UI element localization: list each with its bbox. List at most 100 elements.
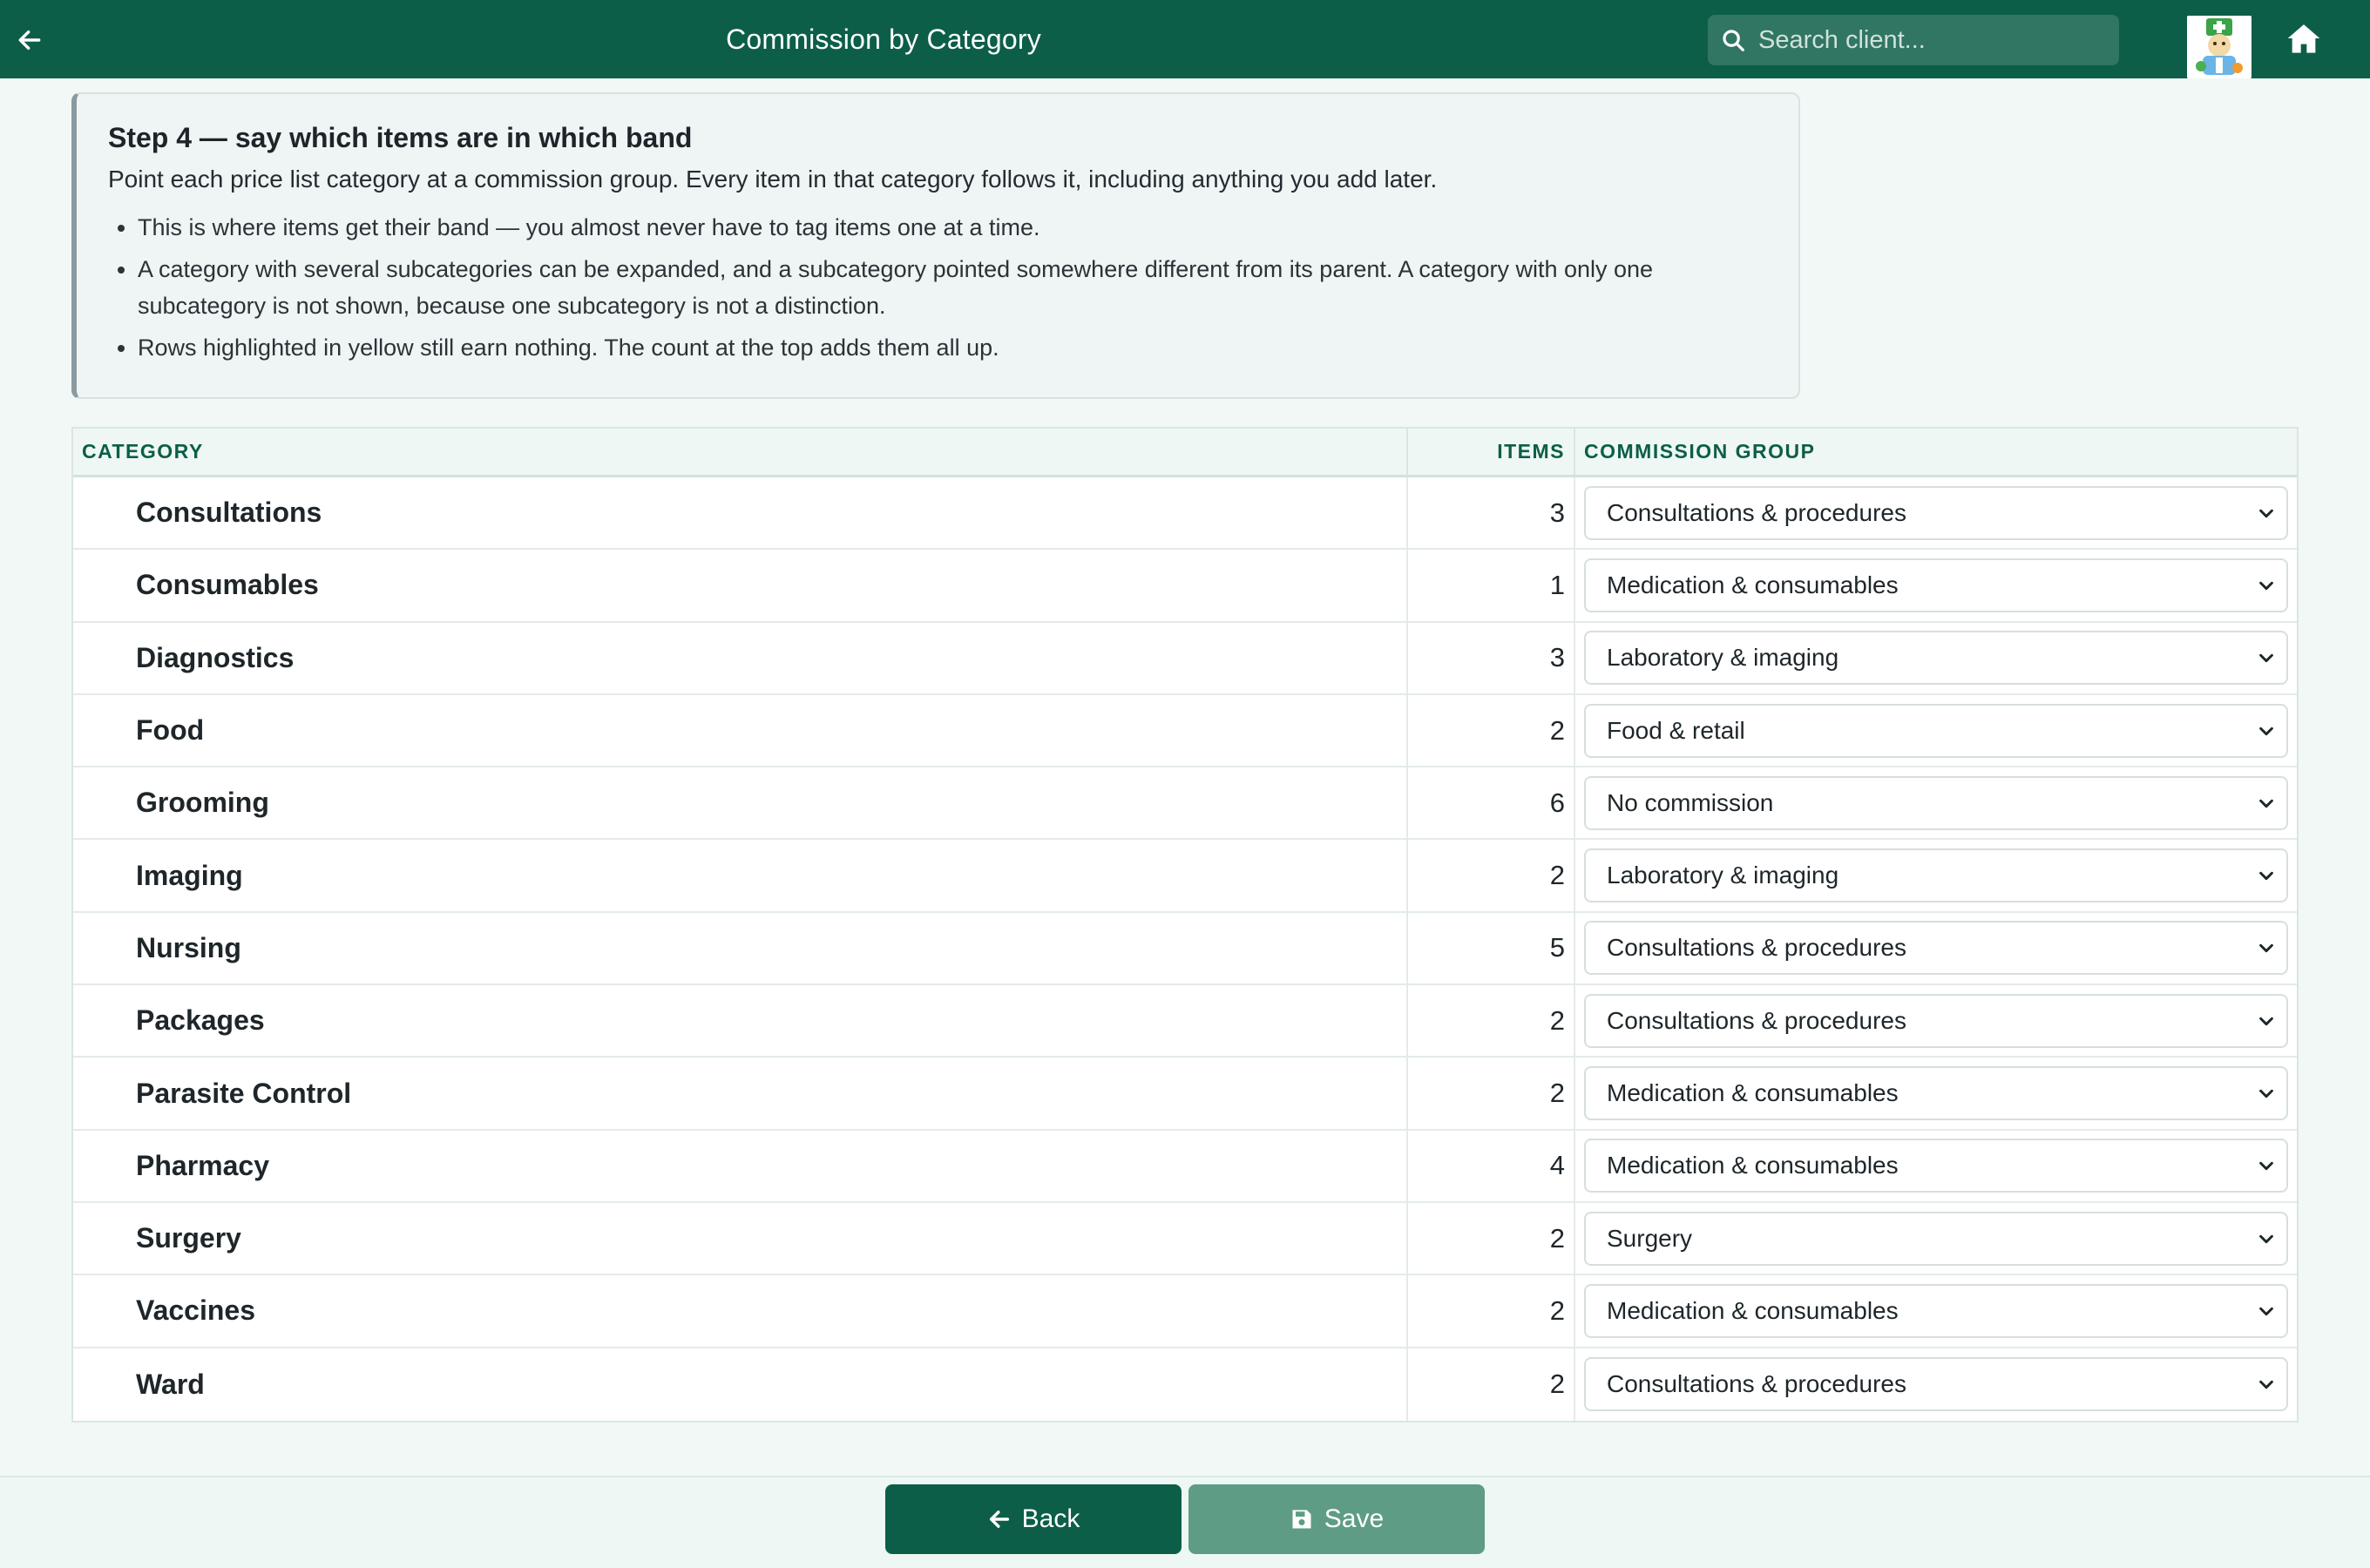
table-row: Nursing 5 Consultations & procedures (73, 912, 2297, 986)
category-name: Ward (73, 1348, 1408, 1421)
info-bullet: This is where items get their band — you… (138, 209, 1769, 246)
commission-group-cell: Medication & consumables (1575, 1275, 2297, 1346)
item-count: 2 (1408, 985, 1575, 1057)
item-count: 2 (1408, 1275, 1575, 1347)
commission-group-value: No commission (1607, 788, 1774, 816)
chevron-down-icon (2257, 1375, 2276, 1394)
table-row: Parasite Control 2 Medication & consumable… (73, 1058, 2297, 1131)
avatar[interactable] (2187, 16, 2252, 78)
commission-group-select[interactable]: Medication & consumables (1584, 1283, 2288, 1338)
commission-group-select[interactable]: Food & retail (1584, 703, 2288, 758)
info-bullet-list: This is where items get their band — you… (108, 209, 1769, 366)
top-bar: Commission by Category (0, 0, 2370, 78)
category-name: Vaccines (73, 1275, 1408, 1347)
item-count: 2 (1408, 694, 1575, 767)
chevron-down-icon (2257, 1229, 2276, 1248)
arrow-left-icon (987, 1507, 1012, 1531)
info-title: Step 4 — say which items are in which ba… (108, 122, 693, 153)
search-input[interactable] (1758, 25, 2107, 55)
chevron-down-icon (2257, 721, 2276, 740)
commission-group-value: Consultations & procedures (1607, 1370, 1906, 1398)
commission-group-value: Consultations & procedures (1607, 498, 1906, 526)
category-name: Imaging (73, 840, 1408, 911)
item-count: 4 (1408, 1130, 1575, 1201)
commission-group-select[interactable]: Consultations & procedures (1584, 921, 2288, 976)
category-commission-table: CATEGORY ITEMS COMMISSION GROUP Consulta… (71, 427, 2299, 1423)
item-count: 2 (1408, 1202, 1575, 1274)
home-icon[interactable] (2285, 19, 2323, 57)
table-header: CATEGORY ITEMS COMMISSION GROUP (73, 429, 2297, 477)
column-header-category: CATEGORY (73, 429, 1408, 475)
item-count: 3 (1408, 622, 1575, 693)
table-row: Ward 2 Consultations & procedures (73, 1348, 2297, 1421)
commission-group-cell: Surgery (1575, 1203, 2297, 1274)
table-row: Packages 2 Consultations & procedures (73, 985, 2297, 1058)
category-name: Diagnostics (73, 622, 1408, 693)
commission-group-value: Medication & consumables (1607, 1079, 1899, 1107)
commission-group-cell: Medication & consumables (1575, 1131, 2297, 1201)
item-count: 6 (1408, 767, 1575, 839)
commission-group-value: Medication & consumables (1607, 571, 1899, 598)
footer-bar (0, 1476, 2370, 1568)
commission-group-select[interactable]: Medication & consumables (1584, 558, 2288, 612)
chevron-down-icon (2257, 576, 2276, 595)
commission-group-value: Laboratory & imaging (1607, 644, 1839, 672)
table-row: Surgery 2 Surgery (73, 1202, 2297, 1276)
chevron-down-icon (2257, 1011, 2276, 1031)
commission-group-value: Medication & consumables (1607, 1296, 1899, 1324)
category-name: Consumables (73, 550, 1408, 621)
item-count: 3 (1408, 477, 1575, 549)
chevron-down-icon (2257, 504, 2276, 523)
table-body: Consultations 3 Consultations & procedures… (73, 477, 2297, 1421)
item-count: 2 (1408, 1058, 1575, 1129)
info-intro: Point each price list category at a comm… (108, 166, 1438, 193)
commission-group-select[interactable]: Surgery (1584, 1211, 2288, 1266)
column-header-commission-group: COMMISSION GROUP (1584, 440, 1816, 463)
commission-group-cell: No commission (1575, 767, 2297, 838)
commission-group-select[interactable]: Consultations & procedures (1584, 1357, 2288, 1412)
commission-group-select[interactable]: Medication & consumables (1584, 1066, 2288, 1121)
category-name: Grooming (73, 767, 1408, 839)
column-header-items: ITEMS (1408, 429, 1575, 475)
category-name: Packages (73, 985, 1408, 1057)
category-name: Consultations (73, 477, 1408, 549)
table-row: Diagnostics 3 Laboratory & imaging (73, 622, 2297, 695)
commission-group-value: Consultations & procedures (1607, 1006, 1906, 1034)
save-button[interactable]: Save (1188, 1484, 1485, 1554)
commission-group-select[interactable]: Laboratory & imaging (1584, 631, 2288, 686)
commission-group-value: Food & retail (1607, 716, 1745, 744)
commission-group-value: Laboratory & imaging (1607, 862, 1839, 889)
back-button[interactable]: Back (885, 1484, 1182, 1554)
commission-group-value: Surgery (1607, 1224, 1693, 1252)
item-count: 5 (1408, 912, 1575, 984)
chevron-down-icon (2257, 1084, 2276, 1103)
commission-group-select[interactable]: Medication & consumables (1584, 1139, 2288, 1193)
chevron-down-icon (2257, 1301, 2276, 1321)
info-bullet: Rows highlighted in yellow still earn no… (138, 329, 1769, 366)
commission-group-cell: Medication & consumables (1575, 1058, 2297, 1128)
commission-group-select[interactable]: Consultations & procedures (1584, 485, 2288, 540)
info-panel: Step 4 — say which items are in which ba… (71, 92, 1800, 399)
search-box[interactable] (1708, 15, 2119, 65)
commission-group-select[interactable]: Laboratory & imaging (1584, 848, 2288, 903)
item-count: 2 (1408, 840, 1575, 911)
table-row: Consumables 1 Medication & consumables (73, 550, 2297, 623)
commission-group-value: Consultations & procedures (1607, 934, 1906, 962)
save-button-label: Save (1324, 1504, 1385, 1533)
search-icon (1720, 27, 1746, 53)
chevron-down-icon (2257, 866, 2276, 885)
item-count: 1 (1408, 550, 1575, 621)
commission-group-cell: Laboratory & imaging (1575, 623, 2297, 693)
chevron-down-icon (2257, 938, 2276, 957)
commission-group-cell: Laboratory & imaging (1575, 840, 2297, 910)
table-row: Vaccines 2 Medication & consumables (73, 1275, 2297, 1348)
commission-group-select[interactable]: No commission (1584, 775, 2288, 830)
item-count: 2 (1408, 1348, 1575, 1421)
table-row: Consultations 3 Consultations & procedures (73, 477, 2297, 551)
chevron-down-icon (2257, 648, 2276, 667)
category-name: Surgery (73, 1202, 1408, 1274)
table-row: Grooming 6 No commission (73, 767, 2297, 841)
commission-group-select[interactable]: Consultations & procedures (1584, 993, 2288, 1048)
category-name: Nursing (73, 912, 1408, 984)
commission-group-cell: Consultations & procedures (1575, 1348, 2297, 1421)
